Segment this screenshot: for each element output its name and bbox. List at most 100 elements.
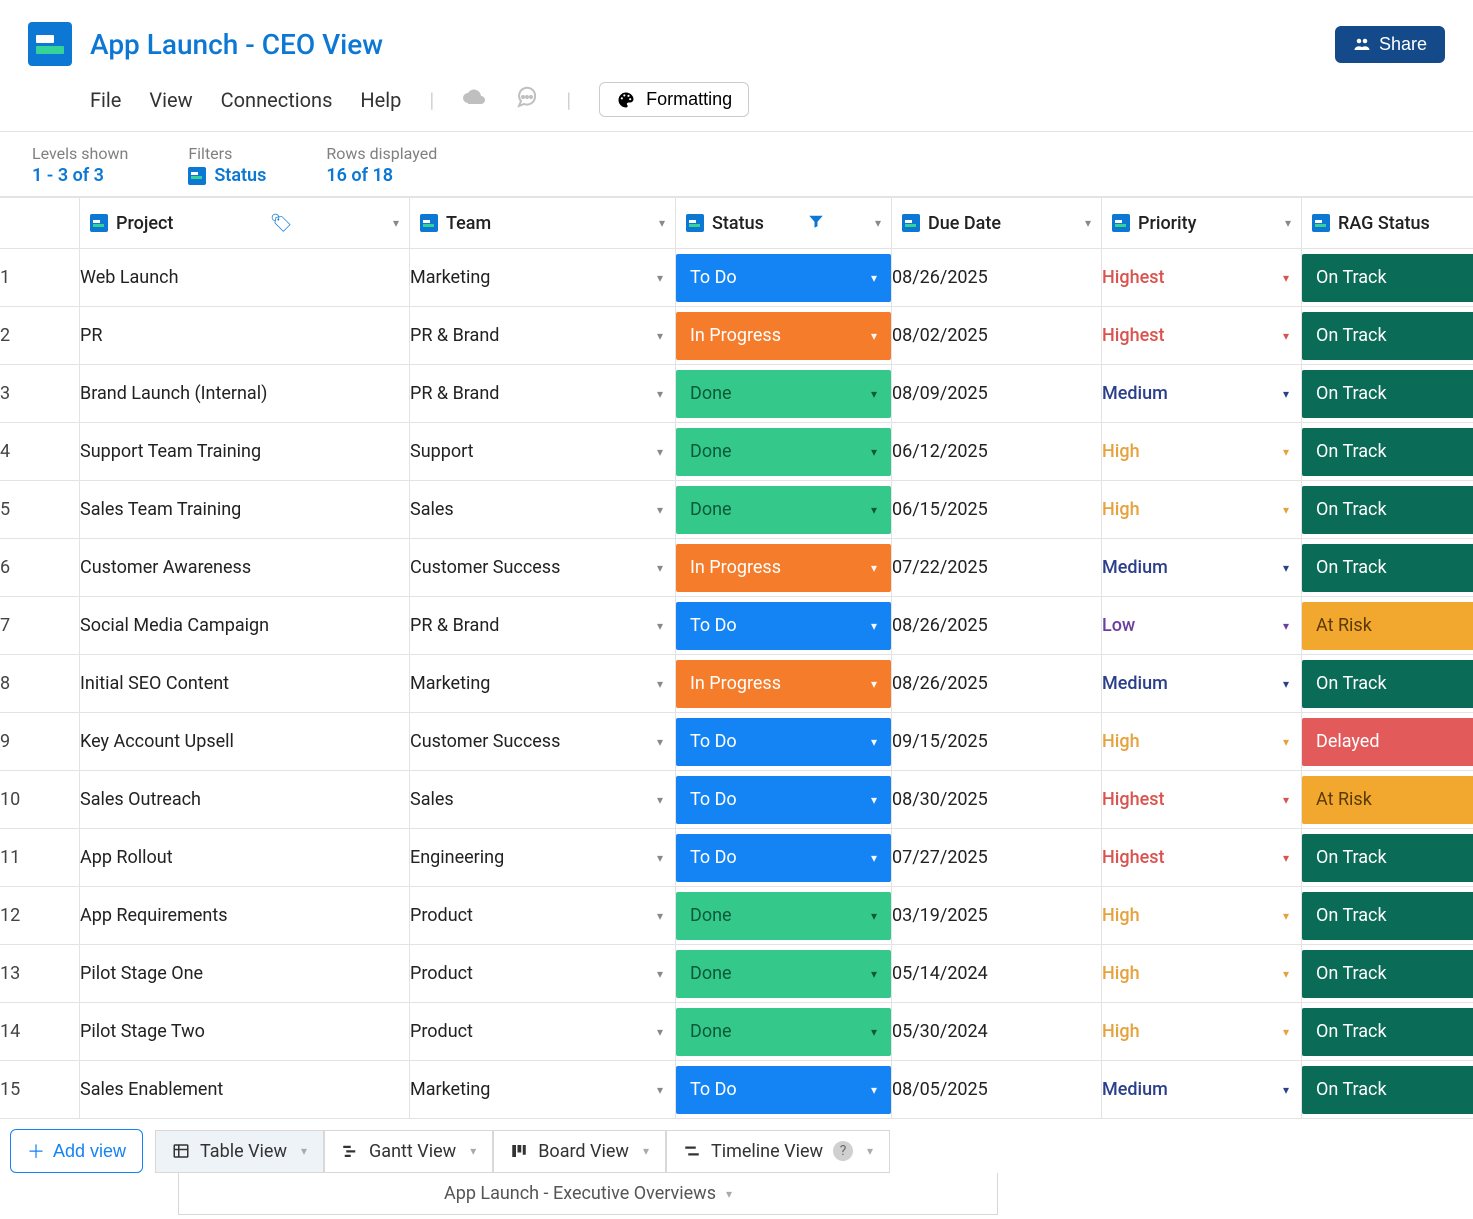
menu-file[interactable]: File [90,88,121,112]
chevron-down-icon[interactable]: ▾ [875,216,881,230]
cell-rag[interactable]: At Risk▾ [1302,771,1473,829]
menu-help[interactable]: Help [360,88,401,112]
chevron-down-icon[interactable]: ▾ [726,1187,732,1201]
chevron-down-icon[interactable]: ▾ [871,271,877,285]
cell-project[interactable]: Customer Awareness [80,539,410,597]
cell-rag[interactable]: On Track▾ [1302,945,1473,1003]
cell-project[interactable]: Sales Enablement [80,1061,410,1119]
chevron-down-icon[interactable]: ▾ [871,503,877,517]
cell-priority[interactable]: Highest▾ [1102,249,1302,307]
cell-priority[interactable]: High▾ [1102,1003,1302,1061]
chevron-down-icon[interactable]: ▾ [1283,1025,1289,1039]
chevron-down-icon[interactable]: ▾ [1283,387,1289,401]
chevron-down-icon[interactable]: ▾ [657,677,663,691]
cell-team[interactable]: Sales▾ [410,771,676,829]
cell-rag[interactable]: On Track▾ [1302,539,1473,597]
cell-team[interactable]: PR & Brand▾ [410,597,676,655]
cell-rag[interactable]: On Track▾ [1302,1003,1473,1061]
chevron-down-icon[interactable]: ▾ [871,329,877,343]
cell-status[interactable]: Done▾ [676,945,892,1003]
chevron-down-icon[interactable]: ▾ [871,735,877,749]
chevron-down-icon[interactable]: ▾ [657,445,663,459]
col-project-header[interactable]: Project🏷▾ [80,198,410,249]
cell-rag[interactable]: On Track▾ [1302,423,1473,481]
chevron-down-icon[interactable]: ▾ [657,851,663,865]
add-view-button[interactable]: ＋Add view [10,1129,143,1173]
chevron-down-icon[interactable]: ▾ [867,1144,873,1158]
col-team-header[interactable]: Team▾ [410,198,676,249]
tag-icon[interactable]: 🏷 [270,213,293,234]
cell-project[interactable]: App Rollout [80,829,410,887]
col-number-header[interactable] [0,198,80,249]
cell-priority[interactable]: Highest▾ [1102,829,1302,887]
col-due-header[interactable]: Due Date▾ [892,198,1102,249]
menu-view[interactable]: View [149,88,192,112]
chevron-down-icon[interactable]: ▾ [657,967,663,981]
cell-status[interactable]: Done▾ [676,481,892,539]
cell-status[interactable]: Done▾ [676,423,892,481]
chevron-down-icon[interactable]: ▾ [1283,329,1289,343]
row-number[interactable]: 7 [0,597,80,655]
row-number[interactable]: 3 [0,365,80,423]
cell-priority[interactable]: Highest▾ [1102,307,1302,365]
help-icon[interactable]: ? [833,1141,853,1161]
cell-due-date[interactable]: 06/12/2025 [892,423,1102,481]
chevron-down-icon[interactable]: ▾ [871,967,877,981]
cell-rag[interactable]: On Track▾ [1302,887,1473,945]
row-number[interactable]: 2 [0,307,80,365]
levels-block[interactable]: Levels shown 1 - 3 of 3 [32,144,128,186]
chevron-down-icon[interactable]: ▾ [871,445,877,459]
cell-team[interactable]: Engineering▾ [410,829,676,887]
row-number[interactable]: 1 [0,249,80,307]
cell-team[interactable]: PR & Brand▾ [410,365,676,423]
cell-team[interactable]: Customer Success▾ [410,539,676,597]
chevron-down-icon[interactable]: ▾ [470,1144,476,1158]
chevron-down-icon[interactable]: ▾ [659,216,665,230]
chevron-down-icon[interactable]: ▾ [1283,503,1289,517]
chevron-down-icon[interactable]: ▾ [643,1144,649,1158]
cell-rag[interactable]: On Track▾ [1302,307,1473,365]
tab-board-view[interactable]: Board View▾ [493,1130,666,1173]
cell-due-date[interactable]: 07/22/2025 [892,539,1102,597]
cell-status[interactable]: To Do▾ [676,771,892,829]
chevron-down-icon[interactable]: ▾ [657,387,663,401]
chevron-down-icon[interactable]: ▾ [871,1083,877,1097]
row-number[interactable]: 8 [0,655,80,713]
chevron-down-icon[interactable]: ▾ [871,909,877,923]
cell-due-date[interactable]: 03/19/2025 [892,887,1102,945]
chevron-down-icon[interactable]: ▾ [871,677,877,691]
chevron-down-icon[interactable]: ▾ [871,1025,877,1039]
cell-due-date[interactable]: 08/26/2025 [892,249,1102,307]
chevron-down-icon[interactable]: ▾ [871,851,877,865]
row-number[interactable]: 15 [0,1061,80,1119]
cell-team[interactable]: Marketing▾ [410,1061,676,1119]
chevron-down-icon[interactable]: ▾ [1283,561,1289,575]
cell-status[interactable]: To Do▾ [676,597,892,655]
cell-priority[interactable]: High▾ [1102,945,1302,1003]
cell-status[interactable]: In Progress▾ [676,539,892,597]
chevron-down-icon[interactable]: ▾ [657,1025,663,1039]
chevron-down-icon[interactable]: ▾ [657,735,663,749]
chevron-down-icon[interactable]: ▾ [1283,445,1289,459]
chevron-down-icon[interactable]: ▾ [1283,1083,1289,1097]
cell-project[interactable]: Key Account Upsell [80,713,410,771]
cell-due-date[interactable]: 08/05/2025 [892,1061,1102,1119]
cell-due-date[interactable]: 06/15/2025 [892,481,1102,539]
tab-table-view[interactable]: Table View▾ [155,1130,324,1173]
chevron-down-icon[interactable]: ▾ [871,387,877,401]
chevron-down-icon[interactable]: ▾ [871,619,877,633]
cell-rag[interactable]: On Track▾ [1302,481,1473,539]
chevron-down-icon[interactable]: ▾ [657,329,663,343]
chevron-down-icon[interactable]: ▾ [393,216,399,230]
chevron-down-icon[interactable]: ▾ [657,619,663,633]
cell-status[interactable]: Done▾ [676,887,892,945]
cell-team[interactable]: Product▾ [410,887,676,945]
cell-rag[interactable]: On Track▾ [1302,249,1473,307]
cell-priority[interactable]: Medium▾ [1102,539,1302,597]
chevron-down-icon[interactable]: ▾ [1283,677,1289,691]
row-number[interactable]: 5 [0,481,80,539]
cell-team[interactable]: Support▾ [410,423,676,481]
chevron-down-icon[interactable]: ▾ [1283,271,1289,285]
cell-status[interactable]: To Do▾ [676,829,892,887]
cell-status[interactable]: In Progress▾ [676,655,892,713]
